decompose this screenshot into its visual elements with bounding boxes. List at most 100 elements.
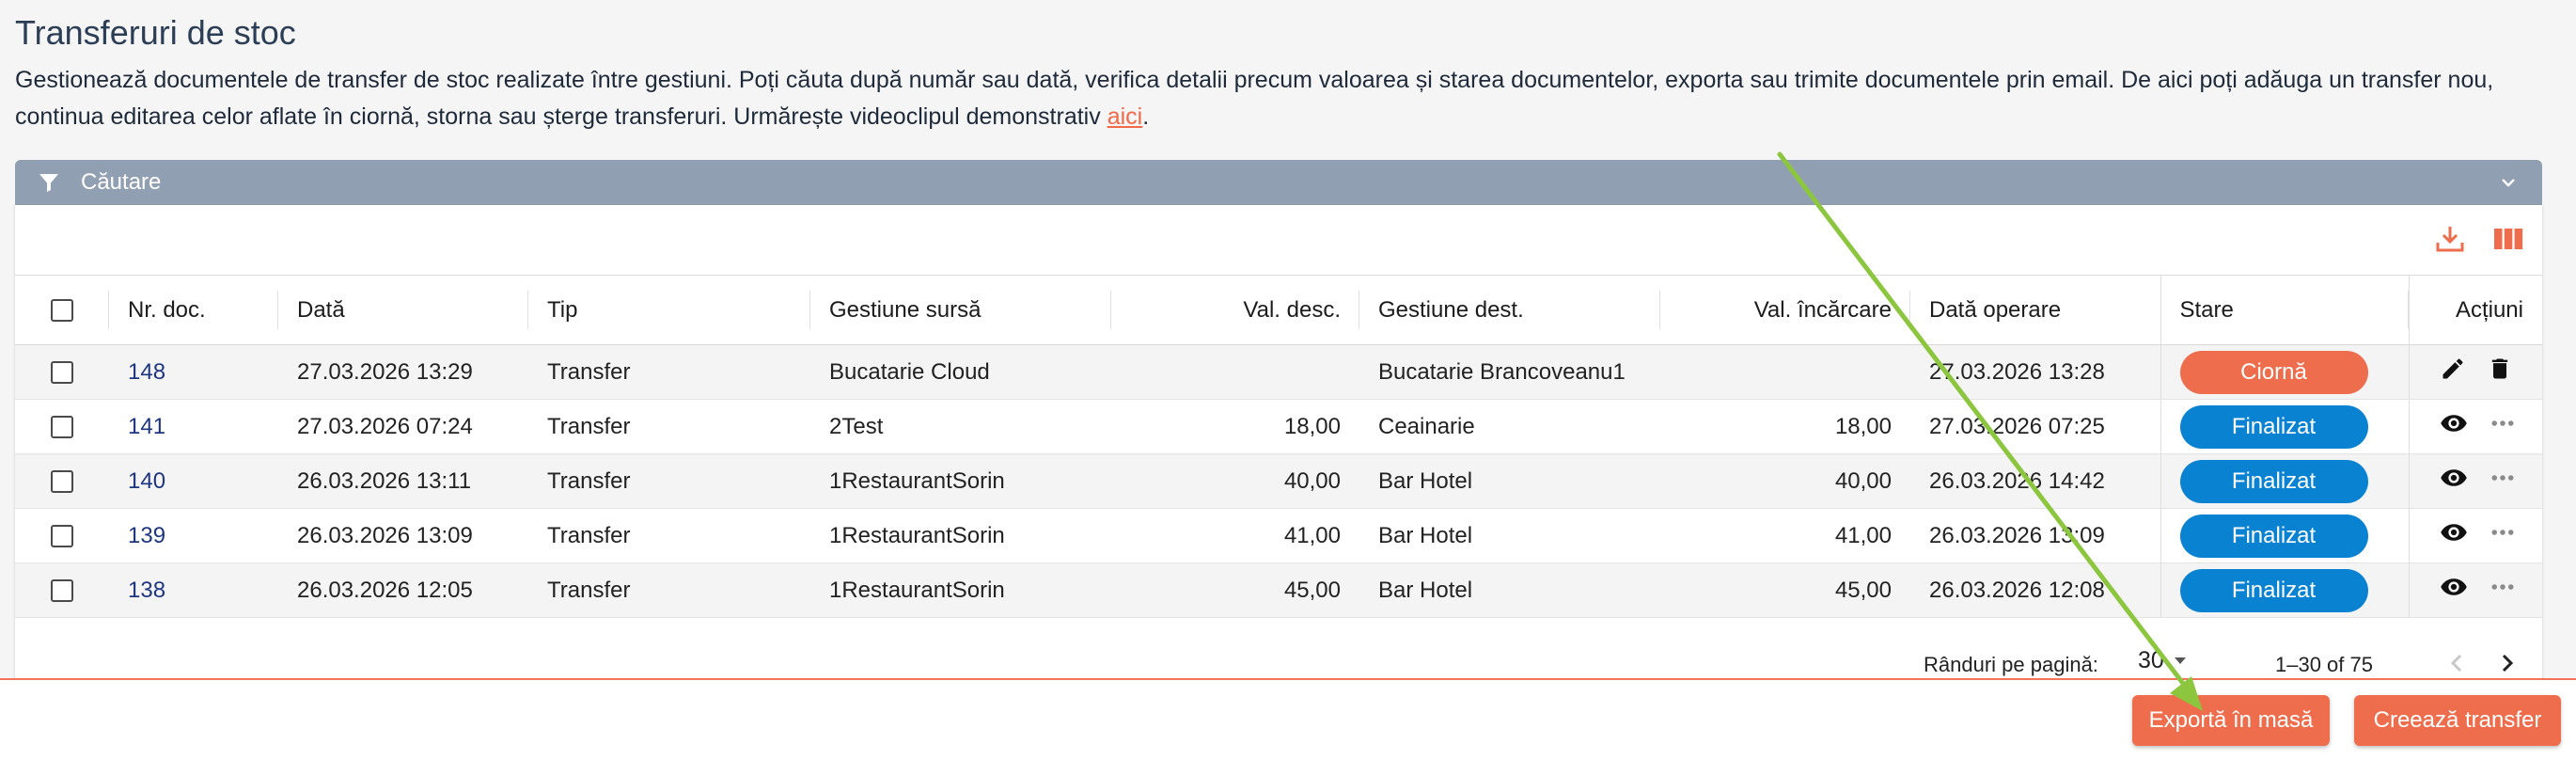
table-row[interactable]: 141 27.03.2026 07:24 Transfer 2Test 18,00 Cea… [15,399,2542,454]
video-link[interactable]: aici [1107,103,1143,130]
cell-val-incarcare [1660,344,1910,400]
cell-tip: Transfer [528,508,810,563]
row-actions [2440,573,2517,601]
cell-data: 26.03.2026 12:05 [278,562,528,618]
cell-gestiune-dest: Bucatarie Brancoveanu1 [1359,344,1660,400]
cell-tip: Transfer [528,562,810,618]
row-checkbox[interactable] [51,525,73,548]
table-header-row: Nr. doc. Dată Tip Gestiune sursă Val. de… [15,275,2542,345]
pagination-range: 1–30 of 75 [2275,653,2373,676]
column-header-stare[interactable]: Stare [2160,275,2409,345]
cell-actiuni [2408,344,2542,400]
cell-stare: Ciornă [2160,344,2409,400]
next-page-icon[interactable] [2493,649,2521,677]
column-header-data[interactable]: Dată [278,275,528,345]
cell-nr-doc: 139 [109,508,278,563]
status-badge[interactable]: Ciornă [2179,350,2368,394]
document-number-link[interactable]: 138 [128,578,165,603]
footer-action-bar: Exportă în masă Creează transfer [0,678,2576,760]
cell-nr-doc: 140 [109,453,278,509]
transfers-table-card: Nr. doc. Dată Tip Gestiune sursă Val. de… [15,205,2542,680]
row-select-cell [15,453,109,509]
create-transfer-button[interactable]: Creează transfer [2354,695,2561,746]
cell-actiuni [2408,453,2542,509]
cell-data: 27.03.2026 07:24 [278,399,528,454]
cell-gestiune-sursa: 1RestaurantSorin [810,562,1111,618]
row-select-cell [15,399,109,454]
cell-stare: Finalizat [2160,453,2409,509]
cell-nr-doc: 141 [109,399,278,454]
rows-per-page-value: 30 [2138,647,2164,673]
rows-per-page-select[interactable]: 30 [2138,647,2187,674]
cell-gestiune-dest: Bar Hotel [1359,453,1660,509]
row-checkbox[interactable] [51,470,73,494]
column-header-val-incarcare[interactable]: Val. încărcare [1660,275,1910,345]
view-icon[interactable] [2440,409,2468,437]
more-options-icon[interactable] [2489,409,2517,437]
column-header-val-desc[interactable]: Val. desc. [1111,275,1359,345]
download-icon[interactable] [2433,222,2467,256]
cell-data-operare: 26.03.2026 12:08 [1910,562,2160,618]
chevron-down-icon[interactable] [2497,171,2520,194]
cell-val-incarcare: 41,00 [1660,508,1910,563]
pagination: Rânduri pe pagină: 30 1–30 of 75 [15,645,2542,679]
row-checkbox[interactable] [51,579,73,603]
column-header-actiuni: Acțiuni [2408,275,2542,345]
page-description-text: Gestionează documentele de transfer de s… [15,67,2494,130]
table-row[interactable]: 138 26.03.2026 12:05 Transfer 1RestaurantSo… [15,562,2542,618]
cell-val-desc: 18,00 [1111,399,1359,454]
page-description: Gestionează documentele de transfer de s… [15,62,2544,135]
previous-page-icon[interactable] [2442,649,2471,677]
cell-actiuni [2408,399,2542,454]
transfers-table: Nr. doc. Dată Tip Gestiune sursă Val. de… [15,275,2542,618]
status-badge[interactable]: Finalizat [2179,568,2368,612]
status-badge[interactable]: Finalizat [2179,404,2368,449]
view-icon[interactable] [2440,464,2468,492]
column-header-data-operare[interactable]: Dată operare [1910,275,2160,345]
cell-gestiune-sursa: 1RestaurantSorin [810,508,1111,563]
row-actions [2440,409,2517,437]
export-bulk-button[interactable]: Exportă în masă [2132,695,2330,746]
row-select-cell [15,562,109,618]
row-checkbox[interactable] [51,361,73,385]
table-row[interactable]: 148 27.03.2026 13:29 Transfer Bucatarie Clo… [15,344,2542,400]
view-icon[interactable] [2440,573,2468,601]
cell-stare: Finalizat [2160,562,2409,618]
caret-down-icon [2174,657,2186,664]
page-description-end: . [1142,103,1150,130]
row-actions [2440,356,2513,382]
cell-tip: Transfer [528,453,810,509]
table-row[interactable]: 140 26.03.2026 13:11 Transfer 1RestaurantSo… [15,453,2542,509]
more-options-icon[interactable] [2489,573,2517,601]
more-options-icon[interactable] [2489,518,2517,546]
delete-icon[interactable] [2487,356,2513,382]
document-number-link[interactable]: 148 [128,359,165,385]
more-options-icon[interactable] [2489,464,2517,492]
document-number-link[interactable]: 139 [128,523,165,548]
column-header-gestiune-dest[interactable]: Gestiune dest. [1359,275,1660,345]
document-number-link[interactable]: 141 [128,414,165,439]
column-header-gestiune-sursa[interactable]: Gestiune sursă [810,275,1111,345]
status-badge[interactable]: Finalizat [2179,459,2368,503]
cell-val-incarcare: 45,00 [1660,562,1910,618]
cell-data-operare: 26.03.2026 14:42 [1910,453,2160,509]
cell-data: 26.03.2026 13:09 [278,508,528,563]
cell-data-operare: 27.03.2026 07:25 [1910,399,2160,454]
cell-actiuni [2408,508,2542,563]
view-icon[interactable] [2440,518,2468,546]
column-header-tip[interactable]: Tip [528,275,810,345]
status-badge[interactable]: Finalizat [2179,514,2368,558]
row-checkbox[interactable] [51,416,73,439]
table-row[interactable]: 139 26.03.2026 13:09 Transfer 1RestaurantSo… [15,508,2542,563]
cell-gestiune-sursa: Bucatarie Cloud [810,344,1111,400]
columns-icon[interactable] [2491,222,2525,256]
column-header-nr-doc[interactable]: Nr. doc. [109,275,278,345]
select-all-cell [15,275,109,345]
edit-icon[interactable] [2440,356,2466,382]
row-select-cell [15,344,109,400]
search-panel-header[interactable]: Căutare [15,160,2542,205]
cell-val-incarcare: 40,00 [1660,453,1910,509]
document-number-link[interactable]: 140 [128,468,165,494]
select-all-checkbox[interactable] [51,299,73,323]
cell-stare: Finalizat [2160,508,2409,563]
